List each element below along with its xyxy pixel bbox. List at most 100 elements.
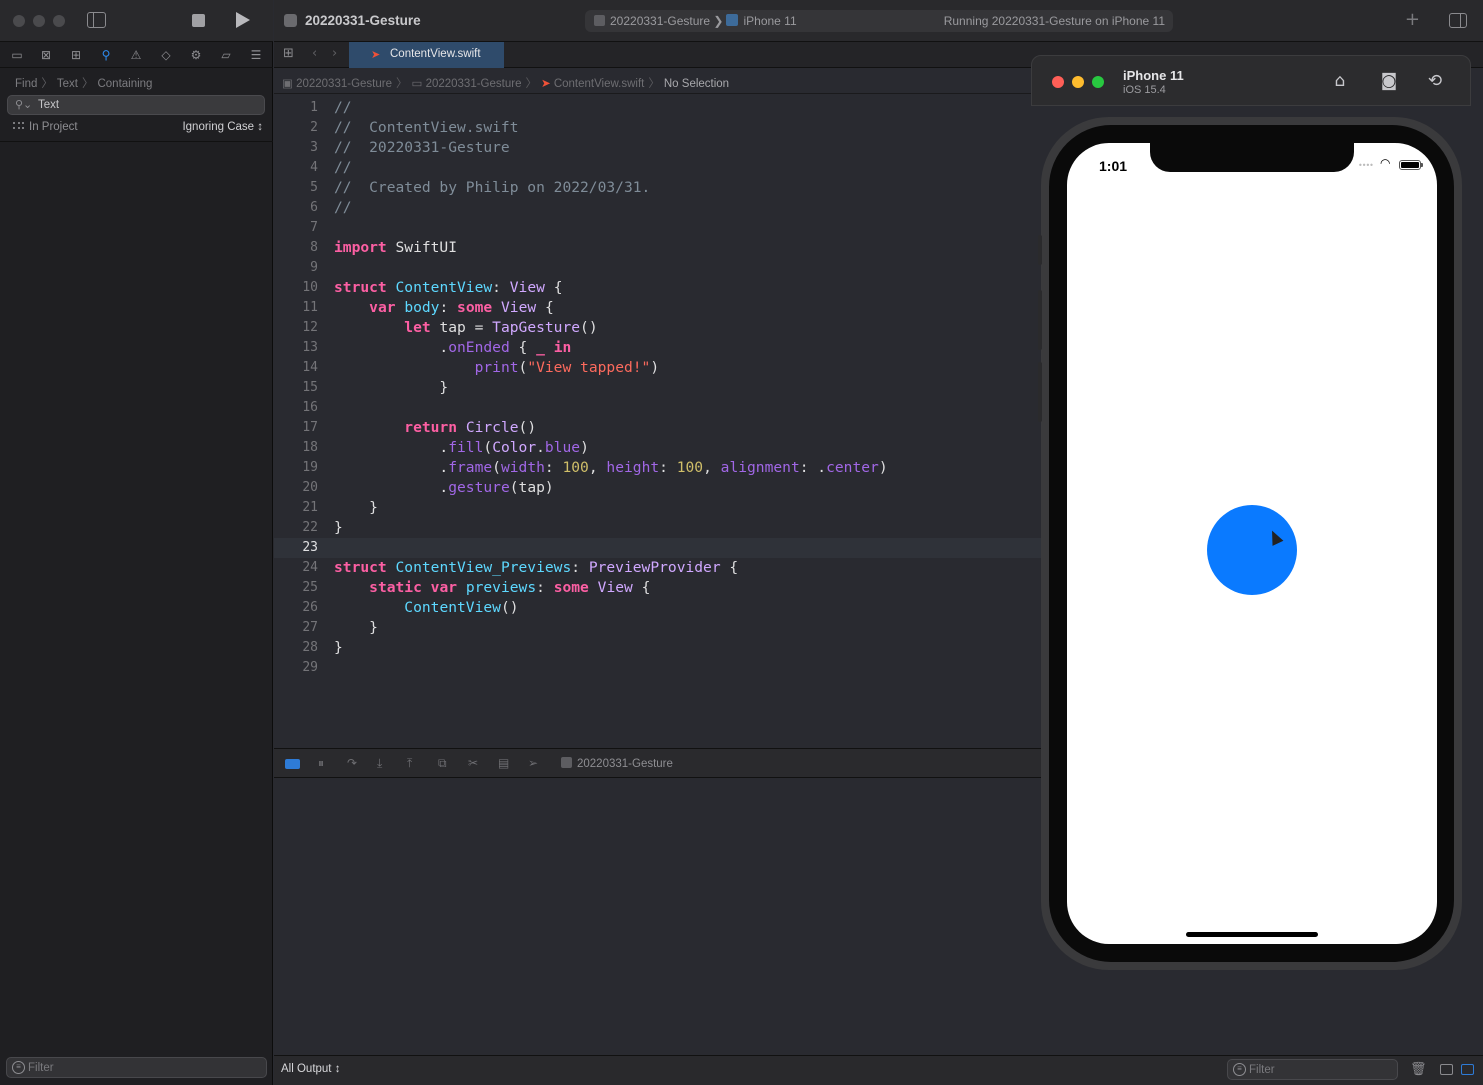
code-line[interactable]: 12 let tap = TapGesture(): [274, 318, 1041, 338]
scheme-target[interactable]: 20220331-Gesture: [610, 14, 710, 28]
code-line[interactable]: 24 struct ContentView_Previews: PreviewPr…: [274, 558, 1041, 578]
code-line[interactable]: 7: [274, 218, 1041, 238]
pause-icon[interactable]: ⏸: [318, 756, 324, 771]
folder-icon[interactable]: ▭: [9, 47, 25, 63]
simulator-screen[interactable]: 1:01 •••• ◠: [1067, 143, 1437, 944]
cellular-signal-icon: ••••: [1358, 161, 1374, 170]
tappable-blue-circle[interactable]: [1207, 505, 1297, 595]
debug-process[interactable]: 20220331-Gesture: [561, 757, 673, 770]
code-line[interactable]: 5 // Created by Philip on 2022/03/31.: [274, 178, 1041, 198]
jump-bar-path[interactable]: ▣ 20220331-Gesture 〉 ▭ 20220331-Gesture 〉 ➤ …: [282, 75, 729, 91]
symbol-icon[interactable]: ⊞: [68, 47, 84, 63]
variables-pane-toggle-icon[interactable]: [1440, 1064, 1453, 1075]
code-line[interactable]: 8 import SwiftUI: [274, 238, 1041, 258]
jump-folder-icon: ▭: [411, 78, 423, 90]
code-line[interactable]: 25 static var previews: some View {: [274, 578, 1041, 598]
jump-item-project[interactable]: 20220331-Gesture: [296, 78, 392, 90]
environment-overrides-icon[interactable]: ▤: [498, 756, 509, 770]
related-items-icon[interactable]: ⊞: [283, 47, 297, 61]
volume-down-button[interactable]: [1038, 362, 1042, 422]
scheme-activity-view[interactable]: 20220331-Gesture ❯ iPhone 11 Running 2022…: [585, 10, 1173, 32]
code-line[interactable]: 26 ContentView(): [274, 598, 1041, 618]
code-line[interactable]: 18 .fill(Color.blue): [274, 438, 1041, 458]
find-crumb-1[interactable]: Find: [15, 78, 37, 90]
code-line[interactable]: 15 }: [274, 378, 1041, 398]
code-line[interactable]: 11 var body: some View {: [274, 298, 1041, 318]
run-icon[interactable]: [236, 12, 250, 28]
zoom-window-button[interactable]: [53, 15, 65, 27]
minimize-window-button[interactable]: [33, 15, 45, 27]
debug-icon[interactable]: ⚙: [188, 47, 204, 63]
code-line[interactable]: 27 }: [274, 618, 1041, 638]
code-line[interactable]: 17 return Circle(): [274, 418, 1041, 438]
memory-graph-icon[interactable]: ✂: [468, 756, 478, 770]
find-scope[interactable]: In Project: [13, 121, 78, 133]
sidebar-toggle-icon[interactable]: [87, 12, 106, 28]
code-line[interactable]: 16: [274, 398, 1041, 418]
code-line[interactable]: 21 }: [274, 498, 1041, 518]
stop-icon[interactable]: [192, 14, 205, 27]
view-hierarchy-icon[interactable]: ⧉: [438, 756, 447, 771]
search-icon[interactable]: ⚲: [98, 47, 114, 63]
source-editor[interactable]: 1 // 2 // ContentView.swift 3 // 20220331-G…: [274, 95, 1041, 748]
close-window-button[interactable]: [13, 15, 25, 27]
step-into-icon[interactable]: ⤓: [377, 756, 382, 771]
code-line[interactable]: 19 .frame(width: 100, height: 100, align…: [274, 458, 1041, 478]
step-over-icon[interactable]: ↷: [347, 756, 357, 770]
screenshot-icon[interactable]: ◙: [1378, 70, 1400, 92]
code-line[interactable]: 13 .onEnded { _ in: [274, 338, 1041, 358]
code-line[interactable]: 14 print("View tapped!"): [274, 358, 1041, 378]
breakpoint-icon[interactable]: ▱: [218, 47, 234, 63]
code-line[interactable]: 3 // 20220331-Gesture: [274, 138, 1041, 158]
find-crumb-3[interactable]: Containing: [97, 78, 152, 90]
code-line[interactable]: 4 //: [274, 158, 1041, 178]
plus-icon[interactable]: +: [1405, 9, 1420, 30]
rotate-icon[interactable]: ⟲: [1424, 70, 1446, 92]
report-icon[interactable]: ☰: [248, 47, 264, 63]
issue-icon[interactable]: ⚠: [128, 47, 144, 63]
code-line[interactable]: 2 // ContentView.swift: [274, 118, 1041, 138]
find-search-input[interactable]: ⚲⌄ Text: [7, 95, 265, 115]
code-line[interactable]: 9: [274, 258, 1041, 278]
forward-icon[interactable]: ›: [332, 46, 337, 61]
home-icon[interactable]: ⌂: [1329, 70, 1351, 92]
simulator-minimize-button[interactable]: [1072, 76, 1084, 88]
tab-contentview-swift[interactable]: ➤ ContentView.swift: [349, 42, 504, 68]
line-number: 24: [302, 560, 318, 575]
step-out-icon[interactable]: ⤒: [407, 756, 412, 771]
find-breadcrumb[interactable]: Find 〉 Text 〉 Containing: [15, 75, 152, 91]
code-text: print("View tapped!"): [474, 359, 660, 376]
code-line[interactable]: 22}: [274, 518, 1041, 538]
case-sensitivity-popup[interactable]: Ignoring Case ↕: [182, 121, 263, 133]
test-icon[interactable]: ◇: [158, 47, 174, 63]
volume-up-button[interactable]: [1038, 290, 1042, 350]
inspector-toggle-icon[interactable]: [1449, 13, 1467, 28]
output-selector[interactable]: All Output ↕: [281, 1063, 340, 1075]
code-line[interactable]: 1 //: [274, 98, 1041, 118]
trash-icon[interactable]: 🗑: [1410, 1062, 1427, 1077]
home-indicator[interactable]: [1186, 932, 1318, 937]
scheme-device[interactable]: iPhone 11: [743, 14, 796, 28]
code-line[interactable]: 28}: [274, 638, 1041, 658]
navigator-filter-field[interactable]: ≡ Filter: [6, 1057, 267, 1078]
jump-item-selection[interactable]: No Selection: [664, 78, 729, 90]
code-line[interactable]: 29: [274, 658, 1041, 678]
location-icon[interactable]: ➢: [528, 756, 538, 770]
code-line[interactable]: 6 //: [274, 198, 1041, 218]
code-line-current[interactable]: 23: [274, 538, 1041, 558]
code-line[interactable]: 10 struct ContentView: View {: [274, 278, 1041, 298]
console-pane-toggle-icon[interactable]: [1461, 1064, 1474, 1075]
scheme-selector[interactable]: 20220331-Gesture ❯ iPhone 11: [594, 14, 797, 28]
breakpoints-toggle-icon[interactable]: [285, 759, 300, 769]
jump-item-group[interactable]: 20220331-Gesture: [426, 78, 522, 90]
back-icon[interactable]: ‹: [312, 46, 317, 61]
jump-item-file[interactable]: ContentView.swift: [554, 78, 645, 90]
source-control-icon[interactable]: ⊠: [38, 47, 54, 63]
code-line[interactable]: 20 .gesture(tap): [274, 478, 1041, 498]
project-icon: [284, 14, 297, 27]
line-number: 4: [310, 160, 318, 175]
console-filter-field[interactable]: ≡ Filter: [1227, 1059, 1398, 1080]
find-crumb-2[interactable]: Text: [57, 78, 78, 90]
simulator-zoom-button[interactable]: [1092, 76, 1104, 88]
simulator-close-button[interactable]: [1052, 76, 1064, 88]
